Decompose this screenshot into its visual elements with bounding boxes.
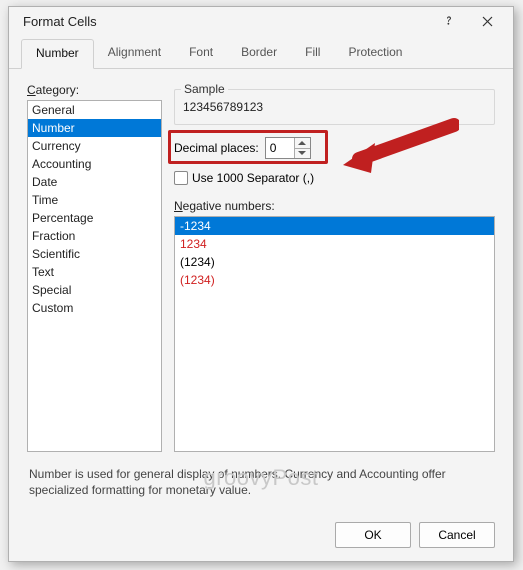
list-item[interactable]: (1234) <box>175 271 494 289</box>
decimal-up-button[interactable] <box>295 138 310 149</box>
list-item[interactable]: General <box>28 101 161 119</box>
sample-value: 123456789123 <box>183 94 486 114</box>
tab-fill[interactable]: Fill <box>291 39 334 68</box>
tab-alignment[interactable]: Alignment <box>94 39 175 68</box>
category-label: Category: <box>27 83 162 97</box>
chevron-up-icon <box>298 141 306 145</box>
list-item[interactable]: (1234) <box>175 253 494 271</box>
list-item[interactable]: Currency <box>28 137 161 155</box>
format-cells-dialog: Format Cells NumberAlignmentFontBorderFi… <box>8 6 514 562</box>
negative-listbox[interactable]: -12341234(1234)(1234) <box>174 216 495 452</box>
dialog-body: Category: GeneralNumberCurrencyAccountin… <box>9 69 513 508</box>
tab-number[interactable]: Number <box>21 39 94 69</box>
decimal-down-button[interactable] <box>295 149 310 159</box>
list-item[interactable]: -1234 <box>175 217 494 235</box>
decimal-places-spinner[interactable] <box>265 137 311 159</box>
sample-groupbox: Sample 123456789123 <box>174 89 495 125</box>
tab-border[interactable]: Border <box>227 39 291 68</box>
description-text: Number is used for general display of nu… <box>29 466 493 498</box>
separator-checkbox[interactable] <box>174 171 188 185</box>
titlebar: Format Cells <box>9 7 513 35</box>
list-item[interactable]: Accounting <box>28 155 161 173</box>
list-item[interactable]: Number <box>28 119 161 137</box>
close-button[interactable] <box>471 7 503 35</box>
dialog-footer: OK Cancel <box>9 508 513 564</box>
tab-font[interactable]: Font <box>175 39 227 68</box>
tabstrip: NumberAlignmentFontBorderFillProtection <box>9 39 513 69</box>
window-controls <box>433 7 503 35</box>
negative-label: Negative numbers: <box>174 199 495 213</box>
list-item[interactable]: Date <box>28 173 161 191</box>
decimal-places-input[interactable] <box>266 138 294 158</box>
list-item[interactable]: Scientific <box>28 245 161 263</box>
chevron-down-icon <box>298 151 306 155</box>
list-item[interactable]: Percentage <box>28 209 161 227</box>
tab-protection[interactable]: Protection <box>334 39 416 68</box>
cancel-button[interactable]: Cancel <box>419 522 495 548</box>
help-icon <box>443 15 455 27</box>
sample-legend: Sample <box>181 82 228 96</box>
decimal-places-label: Decimal places: <box>174 141 259 155</box>
list-item[interactable]: Time <box>28 191 161 209</box>
dialog-title: Format Cells <box>23 14 433 29</box>
list-item[interactable]: 1234 <box>175 235 494 253</box>
separator-row: Use 1000 Separator (,) <box>174 171 495 185</box>
list-item[interactable]: Fraction <box>28 227 161 245</box>
decimal-places-row: Decimal places: <box>174 137 495 159</box>
separator-label: Use 1000 Separator (,) <box>192 171 314 185</box>
list-item[interactable]: Custom <box>28 299 161 317</box>
category-listbox[interactable]: GeneralNumberCurrencyAccountingDateTimeP… <box>27 100 162 452</box>
ok-button[interactable]: OK <box>335 522 411 548</box>
close-icon <box>482 16 493 27</box>
list-item[interactable]: Text <box>28 263 161 281</box>
list-item[interactable]: Special <box>28 281 161 299</box>
help-button[interactable] <box>433 7 465 35</box>
